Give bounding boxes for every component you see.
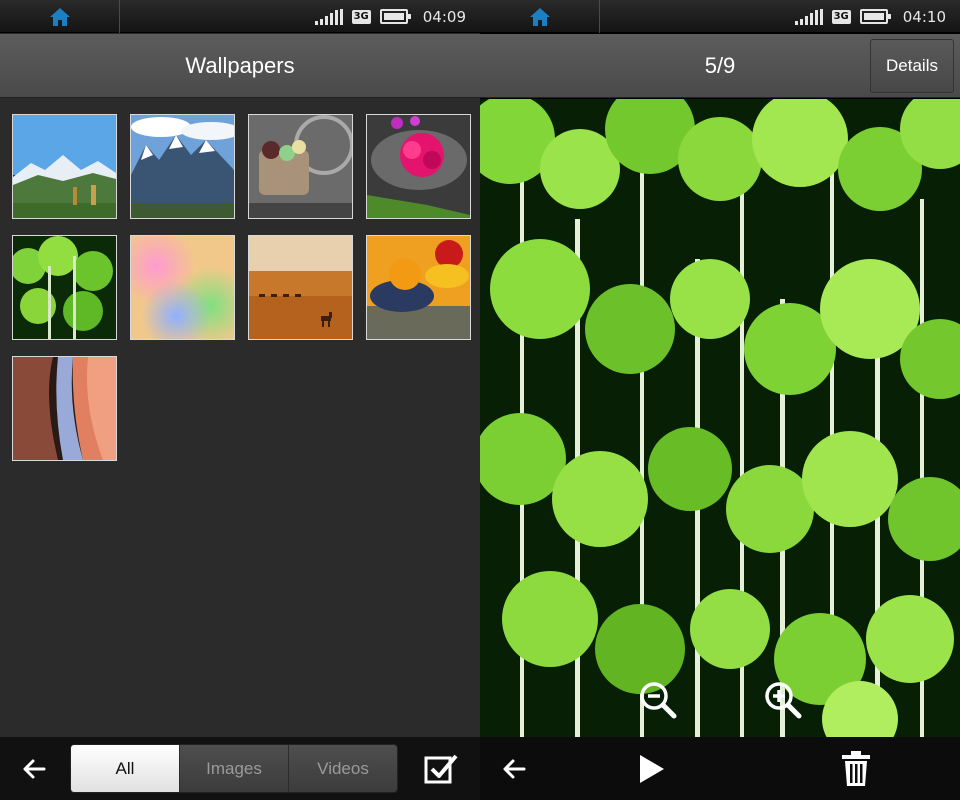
network-type-badge: 3G xyxy=(351,9,371,24)
delete-button[interactable] xyxy=(838,750,874,788)
battery-icon xyxy=(379,9,411,24)
thumbnail-desert-camels[interactable] xyxy=(248,235,353,340)
tab-videos[interactable]: Videos xyxy=(288,745,397,792)
signal-icon xyxy=(794,8,823,25)
full-image-aspen-forest[interactable] xyxy=(480,99,960,737)
page-title: Wallpapers xyxy=(185,53,295,78)
title-bar: Wallpapers xyxy=(0,34,480,98)
filter-tabs: All Images Videos xyxy=(70,744,398,793)
details-button[interactable]: Details xyxy=(870,39,954,93)
back-arrow-icon xyxy=(23,759,46,779)
clock: 04:09 xyxy=(422,7,466,26)
zoom-out-button[interactable] xyxy=(638,680,678,720)
tab-images[interactable]: Images xyxy=(179,745,288,792)
zoom-in-button[interactable] xyxy=(763,680,803,720)
home-icon xyxy=(529,7,550,26)
zoom-out-icon xyxy=(640,682,677,719)
thumbnail-canyon[interactable] xyxy=(12,356,117,461)
viewer-screen: 3G 04:10 5/9 Details xyxy=(480,0,960,800)
back-button[interactable] xyxy=(14,751,54,787)
home-button[interactable] xyxy=(0,0,120,33)
home-button[interactable] xyxy=(480,0,600,33)
thumbnail-snowy-peaks[interactable] xyxy=(130,114,235,219)
clock: 04:10 xyxy=(902,7,946,26)
network-type-badge: 3G xyxy=(831,9,851,24)
back-button[interactable] xyxy=(494,751,534,787)
gallery-screen: 3G 04:09 Wallpapers All Images Videos xyxy=(0,0,480,800)
battery-icon xyxy=(859,9,891,24)
play-icon xyxy=(640,755,664,783)
status-bar: 3G 04:09 xyxy=(0,0,480,33)
zoom-in-icon xyxy=(765,682,802,719)
thumbnail-pink-flowers-bowl[interactable] xyxy=(366,114,471,219)
slideshow-play-button[interactable] xyxy=(634,751,670,787)
title-bar: 5/9 Details xyxy=(480,34,960,98)
thumbnail-aspen-forest[interactable] xyxy=(12,235,117,340)
back-arrow-icon xyxy=(503,759,526,779)
viewer-toolbar xyxy=(480,737,960,800)
gallery-toolbar: All Images Videos xyxy=(0,737,480,800)
status-bar: 3G 04:10 xyxy=(480,0,960,33)
trash-icon xyxy=(842,751,870,786)
select-button[interactable] xyxy=(422,750,460,788)
thumbnail-bicycle-basket[interactable] xyxy=(248,114,353,219)
thumbnail-colorful-blur[interactable] xyxy=(130,235,235,340)
thumbnail-fruit-bowl[interactable] xyxy=(366,235,471,340)
thumbnail-mountain-valley[interactable] xyxy=(12,114,117,219)
checkbox-icon xyxy=(424,754,458,784)
home-icon xyxy=(49,7,70,26)
signal-icon xyxy=(314,8,343,25)
tab-all[interactable]: All xyxy=(71,745,179,792)
